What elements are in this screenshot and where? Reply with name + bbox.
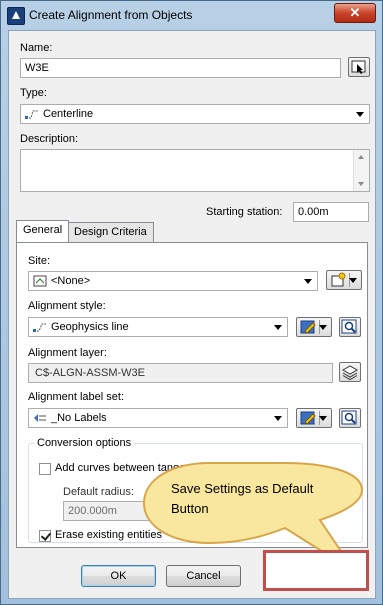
save-defaults-highlight[interactable] — [263, 550, 369, 591]
tab-general[interactable]: General — [16, 220, 70, 242]
callout-text: Save Settings as Default Button — [171, 479, 331, 519]
callout-line-1: Save Settings as Default — [171, 481, 314, 496]
callout-line-2: Button — [171, 501, 209, 516]
